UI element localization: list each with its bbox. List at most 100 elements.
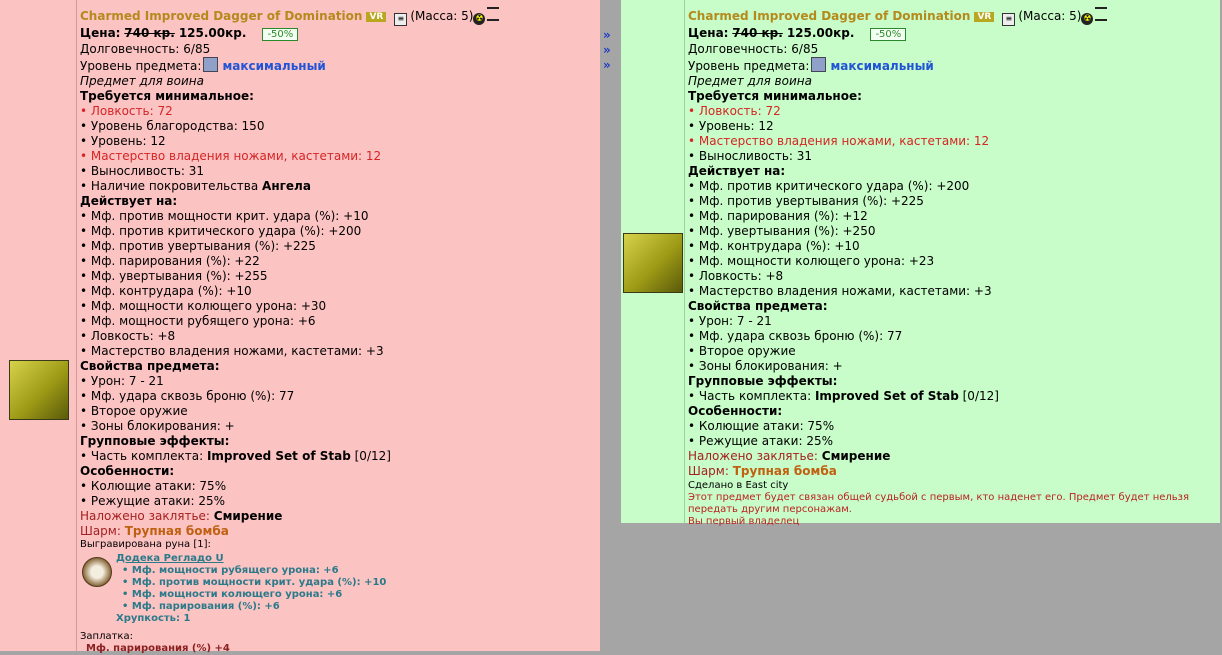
set-row: • Часть комплекта: Improved Set of Stab …: [688, 389, 1218, 404]
set-count: [0/12]: [354, 449, 391, 463]
modifier-item: • Ловкость: +8: [688, 269, 784, 283]
feature-item: • Режущие атаки: 25%: [80, 494, 225, 508]
modifier-item: • Мастерство владения ножами, кастетами:…: [688, 284, 992, 298]
charm-row: Шарм: Трупная бомба: [80, 524, 595, 539]
item-image-column: [621, 0, 685, 523]
charm-icon[interactable]: ☢: [473, 13, 486, 25]
price-label: Цена:: [688, 26, 729, 40]
price-label: Цена:: [80, 26, 121, 40]
modifier-item: • Мф. контрудара (%): +10: [80, 284, 252, 298]
feature-item: • Колющие атаки: 75%: [80, 479, 227, 493]
made-in: Сделано в East city: [688, 480, 789, 491]
item-level-row: Уровень предмета: максимальный: [688, 57, 1218, 74]
properties-header: Свойства предмета:: [688, 299, 828, 313]
mass-text: (Масса: 5): [410, 9, 474, 23]
arrow-icon[interactable]: »: [603, 43, 619, 58]
rune-header: Выгравирована руна [1]:: [80, 539, 211, 550]
discount-badge: -50%: [870, 28, 907, 41]
title-row: Charmed Improved Dagger of Domination VR ≡…: [688, 7, 1218, 26]
item-level-label: Уровень предмета:: [688, 59, 810, 73]
rune-modifier: • Мф. против мощности крит. удара (%): +…: [122, 577, 387, 588]
arrow-icon[interactable]: »: [603, 58, 619, 73]
feature-item: • Режущие атаки: 25%: [688, 434, 833, 448]
rune-icon[interactable]: [82, 557, 112, 587]
requirements-header: Требуется минимальное:: [80, 89, 254, 103]
property-item: • Урон: 7 - 21: [80, 374, 164, 388]
spell-row: Наложено заклятье: Смирение: [80, 509, 595, 524]
item-details-right: Charmed Improved Dagger of Domination VR ≡…: [688, 7, 1218, 528]
durability: Долговечность: 6/85: [688, 42, 819, 56]
modifier-item: • Мф. мощности рубящего урона: +6: [80, 314, 316, 328]
vr-badge: VR: [974, 12, 995, 22]
modifier-item: • Мф. парирования (%): +22: [80, 254, 260, 268]
current-price: 125.00кр.: [786, 26, 855, 40]
charm-label: Шарм:: [80, 524, 121, 538]
acts-header: Действует на:: [80, 194, 178, 208]
title-row: Charmed Improved Dagger of Domination VR ≡…: [80, 7, 595, 26]
modifier-item: • Мф. мощности колющего урона: +23: [688, 254, 935, 268]
item-panel-left: Charmed Improved Dagger of Domination VR ≡…: [0, 0, 600, 654]
patch-label: Заплатка:: [80, 631, 133, 642]
property-item: • Второе оружие: [80, 404, 188, 418]
features-header: Особенности:: [688, 404, 783, 418]
property-item: • Урон: 7 - 21: [688, 314, 772, 328]
warrior-note: Предмет для воина: [688, 74, 812, 88]
item-level-value: максимальный: [830, 59, 934, 73]
document-icon[interactable]: ≡: [394, 13, 408, 26]
properties-header: Свойства предмета:: [80, 359, 220, 373]
item-title[interactable]: Charmed Improved Dagger of Domination: [80, 9, 362, 23]
requirement-item: • Наличие покровительства Ангела: [80, 179, 595, 194]
compare-arrows[interactable]: » » »: [603, 28, 619, 73]
modifier-item: • Мф. против увертывания (%): +225: [80, 239, 316, 253]
charm-row: Шарм: Трупная бомба: [688, 464, 1218, 479]
requirement-item: • Ловкость: 72: [688, 104, 781, 118]
property-item: • Зоны блокирования: +: [688, 359, 843, 373]
rune-modifier: • Мф. мощности колющего урона: +6: [122, 589, 343, 600]
document-icon[interactable]: ≡: [1002, 13, 1016, 26]
dagger-image[interactable]: [9, 360, 69, 420]
dagger-image[interactable]: [623, 233, 683, 293]
requirement-item: • Уровень благородства: 150: [80, 119, 265, 133]
modifier-item: • Мф. парирования (%): +12: [688, 209, 868, 223]
property-item: • Второе оружие: [688, 344, 796, 358]
spell-row: Наложено заклятье: Смирение: [688, 449, 1218, 464]
arrow-icon[interactable]: »: [603, 28, 619, 43]
set-name[interactable]: Improved Set of Stab: [815, 389, 959, 403]
features-header: Особенности:: [80, 464, 175, 478]
old-price: 740 кр.: [124, 26, 175, 40]
set-row: • Часть комплекта: Improved Set of Stab …: [80, 449, 595, 464]
repair-icon[interactable]: [1095, 7, 1108, 21]
item-level-row: Уровень предмета: максимальный: [80, 57, 595, 74]
requirement-item: • Мастерство владения ножами, кастетами:…: [688, 134, 990, 148]
spell-label: Наложено заклятье:: [80, 509, 210, 523]
level-icon: [811, 57, 827, 72]
modifier-item: • Ловкость: +8: [80, 329, 176, 343]
group-effects-header: Групповые эффекты:: [688, 374, 838, 388]
charm-label: Шарм:: [688, 464, 729, 478]
repair-icon[interactable]: [487, 7, 500, 21]
discount-badge: -50%: [262, 28, 299, 41]
rune-name[interactable]: Додека Регладо U: [116, 553, 386, 565]
requirements-header: Требуется минимальное:: [688, 89, 862, 103]
modifier-item: • Мастерство владения ножами, кастетами:…: [80, 344, 384, 358]
requirement-item: • Выносливость: 31: [688, 149, 813, 163]
property-item: • Мф. удара сквозь броню (%): 77: [80, 389, 295, 403]
item-details: Charmed Improved Dagger of Domination VR ≡…: [80, 7, 595, 655]
requirement-item: • Уровень: 12: [688, 119, 774, 133]
modifier-item: • Мф. против мощности крит. удара (%): +…: [80, 209, 369, 223]
item-title[interactable]: Charmed Improved Dagger of Domination: [688, 9, 970, 23]
modifier-item: • Мф. контрудара (%): +10: [688, 239, 860, 253]
set-label: • Часть комплекта:: [80, 449, 207, 463]
requirement-item: • Выносливость: 31: [80, 164, 205, 178]
rune-details: Додека Регладо U • Мф. мощности рубящего …: [116, 553, 386, 625]
owner-note: Вы первый владелец: [688, 516, 800, 527]
modifier-item: • Мф. против критического удара (%): +20…: [688, 179, 970, 193]
current-price: 125.00кр.: [178, 26, 247, 40]
set-name[interactable]: Improved Set of Stab: [207, 449, 351, 463]
patron-label: • Наличие покровительства: [80, 179, 263, 193]
rune-modifier: • Мф. парирования (%): +6: [122, 601, 280, 612]
charm-icon[interactable]: ☢: [1081, 13, 1094, 25]
modifier-item: • Мф. увертывания (%): +250: [688, 224, 876, 238]
old-price: 740 кр.: [732, 26, 783, 40]
bound-note: Этот предмет будет связан общей судьбой …: [688, 492, 1190, 515]
